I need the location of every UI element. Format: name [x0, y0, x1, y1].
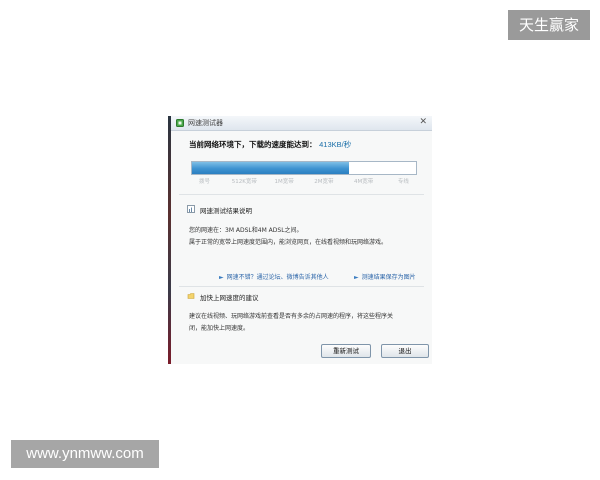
watermark-bottom: www.ynmww.com: [11, 440, 159, 468]
speed-scale-label: 2M宽带: [314, 179, 334, 185]
lightbulb-icon: [187, 293, 195, 299]
speed-test-window: 网速测试器 ✕ 当前网络环境下，下载的速度能达到： 413KB/秒 拨号 512K…: [168, 116, 432, 364]
speed-scale-label: 1M宽带: [274, 179, 294, 185]
retest-button[interactable]: 重新测试: [321, 344, 371, 358]
speed-result-label: 当前网络环境下，下载的速度能达到：: [189, 140, 317, 149]
dialog-content: 当前网络环境下，下载的速度能达到： 413KB/秒 拨号 512K宽带 1M宽带 2M…: [171, 131, 432, 364]
result-explain-title: 网速测试结果说明: [200, 207, 252, 215]
close-button[interactable]: ✕: [419, 116, 427, 129]
advice-title: 加快上网速度的建议: [200, 294, 259, 302]
exit-button[interactable]: 退出: [381, 344, 429, 358]
chart-icon: [187, 205, 195, 213]
share-link[interactable]: ► 网速不错？通过论坛、微博告诉其他人: [219, 272, 329, 281]
speed-value: 413KB/秒: [319, 140, 352, 149]
window-title: 网速测试器: [188, 119, 223, 127]
watermark-top: 天生赢家: [508, 10, 590, 40]
save-image-link[interactable]: ► 测速结果保存为图片: [354, 272, 416, 281]
app-icon: [176, 119, 184, 127]
arrow-right-icon: ►: [219, 274, 224, 281]
advice-line-1: 建议在线视频、玩网络游戏前查看是否有多余的占网速的程序，将这些程序关: [189, 313, 394, 320]
arrow-right-icon: ►: [354, 274, 359, 281]
speed-range-text: 您的网速在：3M ADSL和4M ADSL之间。: [189, 227, 303, 234]
speed-progress-fill: [192, 162, 349, 174]
title-bar[interactable]: 网速测试器 ✕: [171, 116, 432, 131]
divider: [179, 194, 424, 195]
speed-scale-labels: 拨号 512K宽带 1M宽带 2M宽带 4M宽带 专线: [191, 177, 417, 187]
speed-scale-label: 拨号: [199, 179, 211, 185]
speed-scale-label: 专线: [397, 179, 409, 185]
speed-scale-label: 4M宽带: [354, 179, 374, 185]
advice-line-2: 闭，能加快上网速度。: [189, 325, 250, 332]
speed-progress-bar: [191, 161, 417, 175]
speed-result: 当前网络环境下，下载的速度能达到： 413KB/秒: [189, 139, 351, 150]
divider: [179, 286, 424, 287]
speed-description-text: 属于正常的宽带上网速度范围内，能浏览网页，在线看视频和玩网络游戏。: [189, 239, 388, 246]
speed-scale-label: 512K宽带: [231, 179, 257, 185]
